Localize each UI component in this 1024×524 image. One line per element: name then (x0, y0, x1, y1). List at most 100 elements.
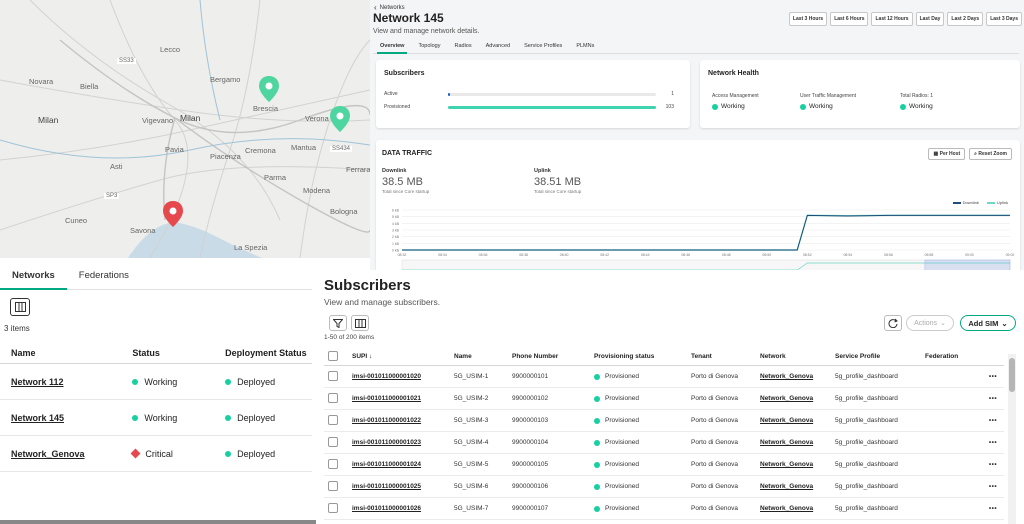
per-host-button[interactable]: ▦ Per Host (928, 148, 966, 160)
tab-radios[interactable]: Radios (448, 40, 479, 53)
row-checkbox[interactable] (328, 414, 338, 425)
column-header[interactable]: Deployment Status (225, 348, 312, 358)
supi-link[interactable]: imsi-001011000001024 (352, 461, 454, 468)
network-link[interactable]: Network_Genova (760, 395, 835, 402)
table-row[interactable]: imsi-001011000001021 5G_USIM-2 9900000102 P… (324, 388, 1004, 410)
vertical-scrollbar[interactable] (1008, 354, 1016, 524)
supi-link[interactable]: imsi-001011000001020 (352, 373, 454, 380)
time-range-button[interactable]: Last 3 Days (986, 12, 1022, 26)
time-range-button[interactable]: Last 6 Hours (830, 12, 869, 26)
row-more-icon[interactable]: ••• (983, 417, 1003, 424)
legend-uplink[interactable]: Uplink (986, 200, 1008, 205)
row-more-icon[interactable]: ••• (983, 483, 1003, 490)
map-road-label: SP3 (104, 193, 120, 199)
network-link[interactable]: Network_Genova (760, 505, 835, 512)
provisioning-status: Provisioned (605, 505, 639, 512)
row-more-icon[interactable]: ••• (983, 439, 1003, 446)
breadcrumb-networks[interactable]: Networks (380, 5, 405, 11)
supi-link[interactable]: imsi-001011000001022 (352, 417, 454, 424)
row-more-icon[interactable]: ••• (983, 373, 1003, 380)
supi-link[interactable]: imsi-001011000001023 (352, 439, 454, 446)
time-range-button[interactable]: Last 12 Hours (871, 12, 913, 26)
select-all-checkbox[interactable] (328, 350, 338, 361)
map-pin-working-icon[interactable] (259, 76, 279, 102)
column-header[interactable]: Federation (925, 353, 983, 360)
table-row[interactable]: imsi-001011000001023 5G_USIM-4 9900000104 P… (324, 432, 1004, 454)
table-row[interactable]: imsi-001011000001026 5G_USIM-7 9900000107 P… (324, 498, 1004, 520)
column-header[interactable]: Provisioning status (594, 353, 691, 360)
tab-topology[interactable]: Topology (411, 40, 447, 53)
status-working-icon (800, 103, 806, 110)
column-header[interactable]: Name (0, 348, 132, 358)
network-link[interactable]: Network_Genova (760, 483, 835, 490)
network-link[interactable]: Network 112 (11, 377, 64, 387)
reset-zoom-button[interactable]: ⌕ Reset Zoom (969, 148, 1012, 160)
row-checkbox[interactable] (328, 370, 338, 381)
tab-service-profiles[interactable]: Service Profiles (517, 40, 569, 53)
status-provisioned-icon (594, 395, 600, 402)
supi-link[interactable]: imsi-001011000001021 (352, 395, 454, 402)
actions-dropdown[interactable]: Actions ⌄ (906, 315, 954, 331)
section-title: Subscribers (324, 277, 411, 294)
chevron-down-icon: ⌄ (1001, 318, 1008, 328)
legend-downlink[interactable]: Downlink (952, 200, 979, 205)
x-tick-label: 08:44 (641, 253, 650, 257)
row-more-icon[interactable]: ••• (983, 395, 1003, 402)
tab-plmns[interactable]: PLMNs (569, 40, 601, 53)
supi-link[interactable]: imsi-001011000001025 (352, 483, 454, 490)
row-checkbox[interactable] (328, 502, 338, 513)
network-link[interactable]: Network_Genova (760, 417, 835, 424)
supi-link[interactable]: imsi-001011000001026 (352, 505, 454, 512)
horizontal-scrollbar[interactable] (0, 520, 316, 524)
network-link[interactable]: Network_Genova (760, 461, 835, 468)
column-header-supi[interactable]: SUPI ↓ (352, 353, 454, 360)
scrollbar-thumb[interactable] (1009, 358, 1015, 392)
column-header[interactable]: Tenant (691, 353, 760, 360)
map-city: Vigevano (142, 116, 174, 125)
column-header[interactable]: Network (760, 353, 835, 360)
column-header[interactable]: Service Profile (835, 353, 925, 360)
map-pin-critical-icon[interactable] (163, 201, 183, 227)
table-row[interactable]: Network_Genova Critical Deployed (0, 436, 312, 472)
network-map[interactable]: Novara Milan Milan Bergamo Brescia Veron… (0, 0, 370, 258)
table-row[interactable]: imsi-001011000001024 5G_USIM-5 9900000105 P… (324, 454, 1004, 476)
row-more-icon[interactable]: ••• (983, 461, 1003, 468)
column-header[interactable]: Phone Number (512, 353, 594, 360)
column-header[interactable]: Name (454, 353, 512, 360)
table-row[interactable]: Network 145 Working Deployed (0, 400, 312, 436)
map-pin-working-icon[interactable] (330, 106, 350, 132)
tab-federations[interactable]: Federations (67, 266, 141, 289)
time-range-button[interactable]: Last 3 Hours (788, 12, 828, 26)
active-label: Active (384, 91, 398, 97)
network-link[interactable]: Network_Genova (760, 373, 835, 380)
tab-networks[interactable]: Networks (0, 266, 67, 290)
map-road-label: SS434 (330, 146, 353, 152)
traffic-chart[interactable]: 0 kB 1 kB 2 kB 3 kB 4 kB 5 kB 6 kB 08:32 08:34 08… (380, 206, 1016, 276)
time-range-button[interactable]: Last 2 Days (947, 12, 984, 26)
add-sim-button[interactable]: Add SIM ⌄ (960, 315, 1016, 331)
network-link[interactable]: Network_Genova (11, 449, 85, 459)
table-row[interactable]: Network 112 Working Deployed (0, 364, 312, 400)
row-checkbox[interactable] (328, 480, 338, 491)
row-checkbox[interactable] (328, 392, 338, 403)
network-link[interactable]: Network_Genova (760, 439, 835, 446)
columns-button[interactable] (10, 298, 30, 316)
time-range-button[interactable]: Last Day (915, 12, 945, 26)
tab-advanced[interactable]: Advanced (479, 40, 517, 53)
table-row[interactable]: imsi-001011000001022 5G_USIM-3 9900000103 P… (324, 410, 1004, 432)
phone-number: 9900000107 (512, 505, 549, 512)
table-row[interactable]: imsi-001011000001020 5G_USIM-1 9900000101 P… (324, 366, 1004, 388)
network-link[interactable]: Network 145 (11, 413, 64, 423)
x-tick-label: 08:50 (762, 253, 771, 257)
column-header[interactable]: Status (132, 348, 225, 358)
filter-button[interactable] (329, 315, 347, 331)
row-checkbox[interactable] (328, 458, 338, 469)
health-label: Access Management (712, 93, 759, 99)
tab-overview[interactable]: Overview (373, 40, 411, 54)
row-more-icon[interactable]: ••• (983, 505, 1003, 512)
columns-button[interactable] (351, 315, 369, 331)
row-checkbox[interactable] (328, 436, 338, 447)
refresh-button[interactable] (884, 315, 902, 331)
map-city: Modena (303, 186, 331, 195)
table-row[interactable]: imsi-001011000001025 5G_USIM-6 9900000106 P… (324, 476, 1004, 498)
